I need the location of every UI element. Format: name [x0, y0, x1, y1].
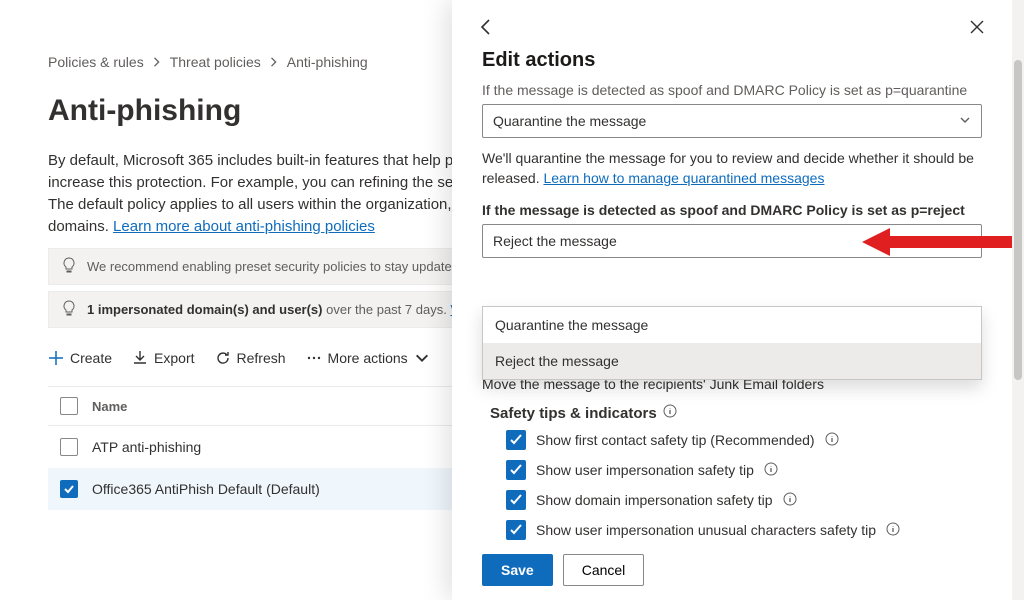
- cancel-button[interactable]: Cancel: [563, 554, 645, 586]
- checkbox-label: Show user impersonation unusual characte…: [536, 522, 876, 538]
- quarantine-help: We'll quarantine the message for you to …: [482, 148, 982, 188]
- export-label: Export: [154, 350, 194, 366]
- checkbox-label: Show user impersonation safety tip: [536, 462, 754, 478]
- safety-tip-row: Show domain impersonation safety tip: [506, 490, 982, 510]
- chevron-down-icon: [414, 350, 430, 366]
- checkbox-domain-impersonation[interactable]: [506, 490, 526, 510]
- info-icon[interactable]: [825, 432, 839, 449]
- impersonation-count: 1 impersonated domain(s) and user(s): [87, 302, 323, 317]
- select-value: Reject the message: [493, 233, 617, 249]
- breadcrumb-item[interactable]: Policies & rules: [48, 54, 144, 70]
- select-all-checkbox[interactable]: [60, 397, 78, 415]
- export-button[interactable]: Export: [132, 350, 194, 366]
- safety-tip-row: Show user impersonation safety tip: [506, 460, 982, 480]
- chevron-down-icon: [959, 113, 971, 129]
- safety-tip-row: Show first contact safety tip (Recommend…: [506, 430, 982, 450]
- save-button[interactable]: Save: [482, 554, 553, 586]
- select-value: Quarantine the message: [493, 113, 646, 129]
- dmarc-reject-dropdown: Quarantine the message Reject the messag…: [482, 306, 982, 380]
- refresh-label: Refresh: [237, 350, 286, 366]
- chevron-right-icon: [269, 54, 279, 70]
- label-dmarc-reject: If the message is detected as spoof and …: [482, 202, 982, 218]
- row-name: ATP anti-phishing: [92, 439, 201, 455]
- info-icon[interactable]: [764, 462, 778, 479]
- dmarc-reject-select[interactable]: Reject the message: [482, 224, 982, 258]
- refresh-button[interactable]: Refresh: [215, 350, 286, 366]
- lightbulb-icon: [61, 257, 77, 276]
- checkbox-user-impersonation[interactable]: [506, 460, 526, 480]
- checkbox-unusual-characters[interactable]: [506, 520, 526, 540]
- panel-title: Edit actions: [452, 43, 1012, 82]
- chevron-down-icon: [959, 233, 971, 249]
- column-name: Name: [92, 399, 127, 414]
- checkbox-label: Show first contact safety tip (Recommend…: [536, 432, 815, 448]
- edit-actions-panel: Edit actions If the message is detected …: [452, 0, 1012, 600]
- dropdown-option-quarantine[interactable]: Quarantine the message: [483, 307, 981, 343]
- create-label: Create: [70, 350, 112, 366]
- create-button[interactable]: Create: [48, 350, 112, 366]
- info-icon[interactable]: [783, 492, 797, 509]
- label-dmarc-quarantine: If the message is detected as spoof and …: [482, 82, 982, 98]
- info-icon[interactable]: [886, 522, 900, 539]
- learn-more-link[interactable]: Learn more about anti-phishing policies: [113, 218, 375, 235]
- safety-tips-header: Safety tips & indicators: [490, 404, 982, 422]
- back-button[interactable]: [474, 14, 500, 43]
- lightbulb-icon: [61, 300, 77, 319]
- impersonation-rest: over the past 7 days.: [326, 302, 450, 317]
- breadcrumb-item[interactable]: Threat policies: [170, 54, 261, 70]
- info-icon[interactable]: [663, 404, 677, 422]
- dropdown-option-reject[interactable]: Reject the message: [483, 343, 981, 379]
- checkbox-first-contact[interactable]: [506, 430, 526, 450]
- row-name: Office365 AntiPhish Default (Default): [92, 481, 320, 497]
- breadcrumb-item[interactable]: Anti-phishing: [287, 54, 368, 70]
- close-button[interactable]: [964, 14, 990, 43]
- row-checkbox[interactable]: [60, 480, 78, 498]
- safety-tip-row: Show user impersonation unusual characte…: [506, 520, 982, 540]
- more-label: More actions: [328, 350, 408, 366]
- chevron-right-icon: [152, 54, 162, 70]
- safety-tips-label: Safety tips & indicators: [490, 405, 657, 422]
- scrollbar[interactable]: [1012, 0, 1024, 600]
- scrollbar-thumb[interactable]: [1014, 60, 1022, 380]
- checkbox-label: Show domain impersonation safety tip: [536, 492, 773, 508]
- more-actions-button[interactable]: More actions: [306, 350, 430, 366]
- dmarc-quarantine-select[interactable]: Quarantine the message: [482, 104, 982, 138]
- manage-quarantine-link[interactable]: Learn how to manage quarantined messages: [543, 170, 824, 186]
- row-checkbox[interactable]: [60, 438, 78, 456]
- recommendation-text: We recommend enabling preset security po…: [87, 259, 486, 274]
